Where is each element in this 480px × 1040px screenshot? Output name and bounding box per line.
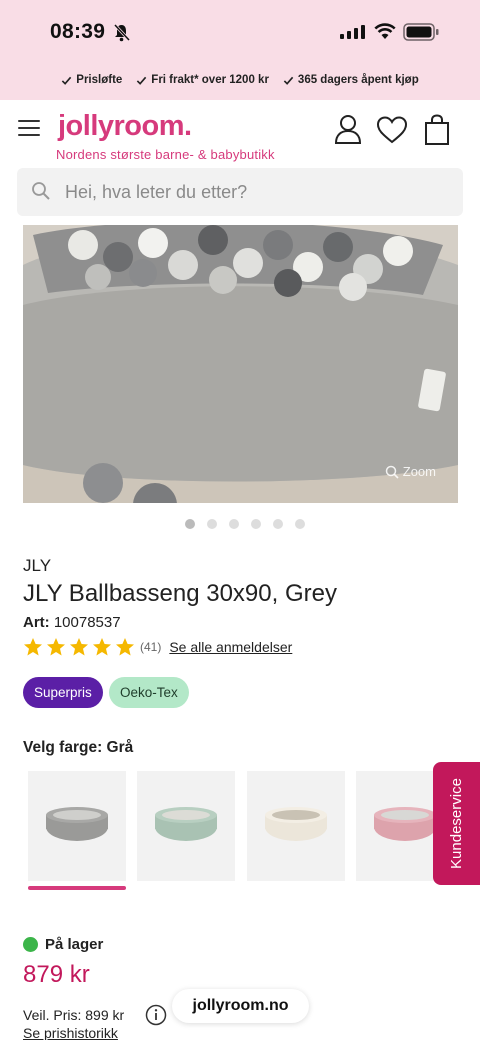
hamburger-menu-icon[interactable] (18, 120, 40, 136)
bell-muted-icon (113, 23, 130, 42)
product-title: JLY Ballbasseng 30x90, Grey (23, 580, 337, 607)
info-icon[interactable] (145, 1004, 167, 1026)
pagination-dot-active[interactable] (185, 519, 195, 529)
review-count: (41) (140, 640, 162, 654)
promo-strip: Prisløfte Fri frakt* over 1200 kr 365 da… (0, 74, 480, 86)
article-value: 10078537 (53, 614, 121, 631)
zoom-icon (385, 465, 399, 479)
superpris-badge[interactable]: Superpris (23, 677, 103, 708)
battery-icon (403, 23, 439, 41)
cart-icon[interactable] (424, 114, 450, 146)
star-icon (24, 638, 42, 656)
promo-label: Prisløfte (76, 74, 123, 86)
promo-label: Fri frakt* over 1200 kr (151, 74, 269, 86)
article-number: Art: 10078537 (23, 614, 121, 631)
pagination-dot[interactable] (251, 519, 261, 529)
promo-item: Prisløfte (61, 74, 122, 86)
logo[interactable]: jollyroom. (58, 110, 192, 143)
rating-row[interactable]: (41) Se alle anmeldelser (23, 637, 292, 657)
promo-item: 365 dagers åpent kjøp (283, 74, 419, 86)
swatch-image (265, 807, 327, 841)
star-icon (47, 638, 65, 656)
check-icon (62, 76, 72, 85)
status-time: 08:39 (50, 20, 106, 43)
star-icon (70, 638, 88, 656)
signal-icon (340, 25, 365, 39)
account-icon[interactable] (334, 114, 362, 144)
pagination-dot[interactable] (229, 519, 239, 529)
tagline: Nordens største barne- & babybutikk (56, 147, 275, 162)
selected-swatch-indicator (28, 886, 126, 890)
kundeservice-tab[interactable]: Kundeservice (433, 762, 480, 885)
kundeservice-label: Kundeservice (448, 778, 466, 869)
gallery-pagination (185, 519, 305, 529)
swatch-image (374, 807, 436, 841)
star-icon (116, 638, 134, 656)
color-swatch-mint[interactable] (137, 771, 235, 881)
wifi-icon (374, 23, 396, 39)
swatch-image (155, 807, 217, 841)
search-icon (32, 182, 50, 200)
article-label: Art: (23, 614, 50, 631)
color-swatch-pink[interactable] (356, 771, 436, 881)
pagination-dot[interactable] (273, 519, 283, 529)
recommended-price: Veil. Pris: 899 kr (23, 1007, 125, 1023)
search-input[interactable] (65, 168, 445, 216)
in-stock-indicator (23, 937, 38, 952)
top-banner: 08:39 Prisløfte Fri frakt* over 1200 kr (0, 0, 480, 100)
see-all-reviews-link[interactable]: Se alle anmeldelser (169, 639, 292, 655)
promo-item: Fri frakt* over 1200 kr (136, 74, 269, 86)
color-swatch-grey[interactable] (28, 771, 126, 881)
zoom-hint[interactable]: Zoom (385, 464, 436, 479)
price: 879 kr (23, 961, 90, 988)
product-brand[interactable]: JLY (23, 556, 51, 576)
price-history-link[interactable]: Se prishistorikk (23, 1025, 118, 1040)
stock-label: På lager (45, 936, 104, 953)
heart-icon[interactable] (376, 116, 408, 144)
check-icon (137, 76, 147, 85)
pagination-dot[interactable] (295, 519, 305, 529)
zoom-label: Zoom (402, 464, 436, 479)
star-icon (93, 638, 111, 656)
check-icon (283, 76, 294, 85)
pagination-dot[interactable] (207, 519, 217, 529)
color-selector-label: Velg farge: Grå (23, 739, 134, 756)
swatch-image (46, 807, 108, 841)
ball-pit-illustration (23, 225, 458, 503)
product-image[interactable]: Zoom (23, 225, 458, 503)
search-bar[interactable] (17, 168, 463, 216)
color-swatch-beige[interactable] (247, 771, 345, 881)
promo-label: 365 dagers åpent kjøp (297, 74, 419, 86)
browser-url-pill[interactable]: jollyroom.no (172, 989, 309, 1023)
oeko-tex-badge[interactable]: Oeko-Tex (109, 677, 189, 708)
stock-status: På lager (23, 936, 103, 953)
